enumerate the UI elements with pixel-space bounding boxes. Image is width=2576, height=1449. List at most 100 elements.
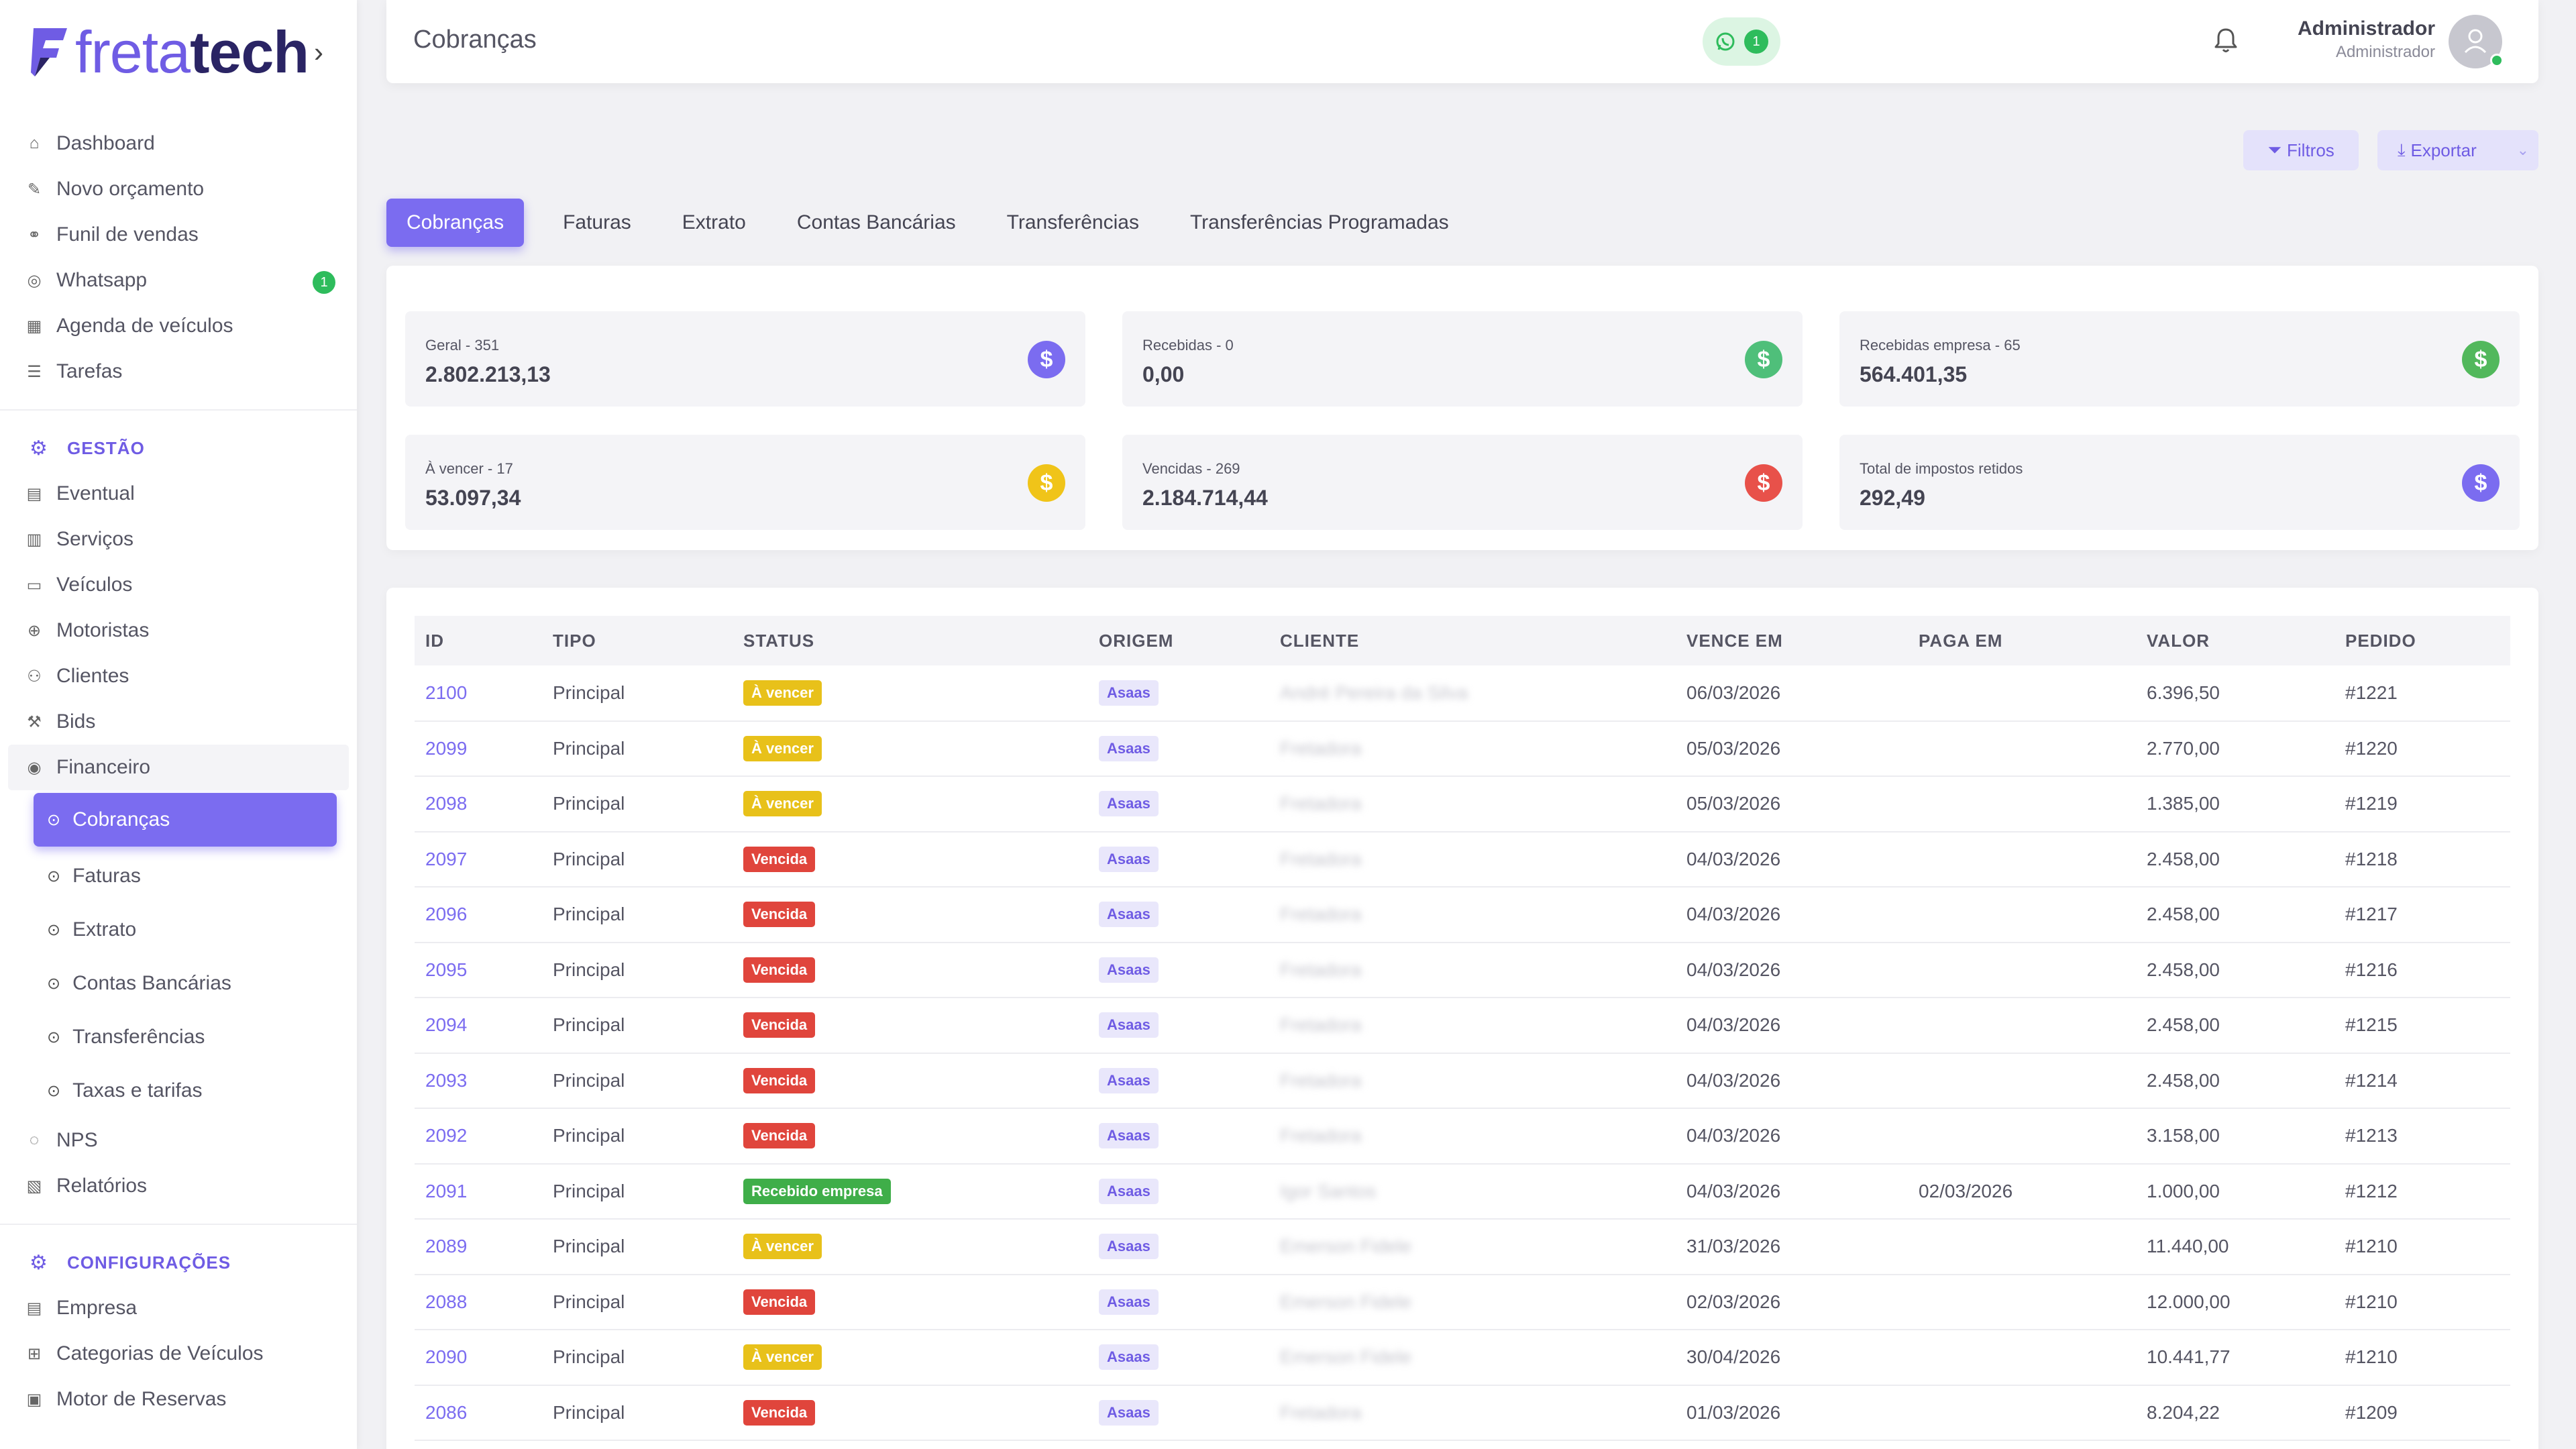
sidebar-subitem-extrato[interactable]: ⊙ Extrato (0, 903, 357, 957)
cell-id[interactable]: 2099 (415, 721, 542, 777)
table-row[interactable]: 2088 Principal Vencida Asaas Emerson Fidele 0… (415, 1275, 2510, 1330)
cell-vence-em: 04/03/2026 (1686, 904, 1781, 925)
sidebar-item-nps[interactable]: ◌ NPS (0, 1118, 357, 1163)
column-header-vence-em[interactable]: VENCE EM (1676, 616, 1908, 665)
sidebar-item-relatorios[interactable]: ▧ Relatórios (0, 1163, 357, 1209)
topbar: Cobranças 1 Administrador Administrador (386, 0, 2538, 83)
whatsapp-button[interactable]: 1 (1703, 17, 1780, 66)
sidebar-item-funil-de-vendas[interactable]: ⚭ Funil de vendas (0, 212, 357, 258)
column-header-origem[interactable]: ORIGEM (1088, 616, 1269, 665)
cell-id[interactable]: 2091 (415, 1164, 542, 1220)
whatsapp-icon: ◎ (27, 271, 42, 290)
user-info[interactable]: Administrador Administrador (2298, 17, 2435, 62)
column-header-cliente[interactable]: CLIENTE (1269, 616, 1676, 665)
cell-id[interactable]: 2092 (415, 1108, 542, 1164)
table-row[interactable]: 2092 Principal Vencida Asaas Fretadora 04/03/… (415, 1108, 2510, 1164)
sidebar-item-dashboard[interactable]: ⌂ Dashboard (0, 121, 357, 166)
sidebar-item-empresa[interactable]: ▤ Empresa (0, 1285, 357, 1331)
table-row[interactable]: 2100 Principal À vencer Asaas André Pereira … (415, 665, 2510, 721)
table-row[interactable]: 2096 Principal Vencida Asaas Fretadora 04/03/… (415, 887, 2510, 943)
table-row[interactable]: 2095 Principal Vencida Asaas Fretadora 04/03/… (415, 943, 2510, 998)
table-row[interactable]: 2091 Principal Recebido empresa Asaas Igor S… (415, 1164, 2510, 1220)
sidebar-subitem-label: Transferências (72, 1026, 205, 1048)
cell-origem: Asaas (1088, 665, 1269, 721)
sidebar-item-motoristas[interactable]: ⊕ Motoristas (0, 608, 357, 653)
column-header-status[interactable]: STATUS (733, 616, 1088, 665)
sidebar-item-whatsapp[interactable]: ◎ Whatsapp 1 (0, 258, 357, 303)
sidebar-item-financeiro[interactable]: ◉ Financeiro (8, 745, 349, 790)
tab-contas-bancarias[interactable]: Contas Bancárias (777, 199, 976, 247)
sidebar-subitem-taxas-e-tarifas[interactable]: ⊙ Taxas e tarifas (0, 1064, 357, 1118)
chevron-right-icon[interactable]: › (314, 36, 323, 68)
table-row[interactable]: 2090 Principal À vencer Asaas Emerson Fidele… (415, 1330, 2510, 1385)
sidebar-item-label: NPS (56, 1129, 98, 1151)
steering-wheel-icon: ⊕ (27, 621, 42, 640)
sidebar-item-motor-de-reservas[interactable]: ▣ Motor de Reservas (0, 1377, 357, 1422)
tab-cobrancas[interactable]: Cobranças (386, 199, 525, 247)
cell-id[interactable]: 2100 (415, 665, 542, 721)
cell-id[interactable]: 2090 (415, 1330, 542, 1385)
status-badge: À vencer (743, 791, 822, 817)
sidebar-subitem-contas-bancarias[interactable]: ⊙ Contas Bancárias (0, 957, 357, 1010)
cell-tipo: Principal (553, 959, 625, 980)
sidebar-item-bids[interactable]: ⚒ Bids (0, 699, 357, 745)
column-header-id[interactable]: ID (415, 616, 542, 665)
sidebar-subitem-faturas[interactable]: ⊙ Faturas (0, 849, 357, 903)
table-row[interactable]: 2086 Principal Vencida Asaas Fretadora 01/03/… (415, 1385, 2510, 1441)
cell-id[interactable]: 2095 (415, 943, 542, 998)
table-row[interactable]: 2094 Principal Vencida Asaas Fretadora 04/03/… (415, 998, 2510, 1053)
sidebar-item-clientes[interactable]: ⚇ Clientes (0, 653, 357, 699)
cell-id[interactable]: 2093 (415, 1053, 542, 1109)
status-badge: Vencida (743, 1399, 816, 1426)
table-row[interactable]: 2097 Principal Vencida Asaas Fretadora 04/03/… (415, 832, 2510, 888)
cell-tipo: Principal (553, 682, 625, 703)
sidebar-item-categorias-de-veiculos[interactable]: ⊞ Categorias de Veículos (0, 1331, 357, 1377)
cell-id[interactable]: 2088 (415, 1275, 542, 1330)
logo[interactable]: fretatech › (30, 19, 323, 86)
cell-tipo: Principal (553, 848, 625, 869)
bell-icon[interactable] (2211, 25, 2241, 55)
tab-faturas[interactable]: Faturas (543, 199, 651, 247)
cell-id[interactable]: 2094 (415, 998, 542, 1053)
sidebar-item-agenda-de-veiculos[interactable]: ▦ Agenda de veículos (0, 303, 357, 349)
sidebar-item-veiculos[interactable]: ▭ Veículos (0, 562, 357, 608)
table-body: 2100 Principal À vencer Asaas André Pereira … (415, 665, 2510, 1440)
tab-transferencias-programadas[interactable]: Transferências Programadas (1170, 199, 1469, 247)
table-row[interactable]: 2098 Principal À vencer Asaas Fretadora 05/03… (415, 776, 2510, 832)
cell-tipo: Principal (553, 1125, 625, 1146)
cell-id[interactable]: 2096 (415, 887, 542, 943)
tab-extrato[interactable]: Extrato (662, 199, 766, 247)
sidebar-subitem-cobrancas[interactable]: ⊙ Cobranças (34, 793, 337, 847)
chevron-down-icon[interactable]: ⌄ (2517, 142, 2529, 159)
cell-id[interactable]: 2086 (415, 1385, 542, 1441)
sidebar-subitem-transferencias[interactable]: ⊙ Transferências (0, 1010, 357, 1064)
table-row[interactable]: 2099 Principal À vencer Asaas Fretadora 05/03… (415, 721, 2510, 777)
column-header-tipo[interactable]: TIPO (542, 616, 733, 665)
cell-paga-em (1908, 1053, 2136, 1109)
column-header-valor[interactable]: VALOR (2136, 616, 2334, 665)
sidebar-item-tarefas[interactable]: ☰ Tarefas (0, 349, 357, 394)
export-button[interactable]: ⤓ Exportar ⌄ (2377, 130, 2538, 170)
sidebar-item-novo-orcamento[interactable]: ✎ Novo orçamento (0, 166, 357, 212)
filter-button[interactable]: ⏷ Filtros (2243, 130, 2359, 170)
sidebar-subitem-label: Taxas e tarifas (72, 1079, 203, 1102)
sidebar-item-servicos[interactable]: ▥ Serviços (0, 517, 357, 562)
funnel-icon: ⚭ (27, 225, 42, 244)
gear-icon: ⚙ (30, 437, 48, 460)
cell-id[interactable]: 2097 (415, 832, 542, 888)
cell-valor: 1.000,00 (2147, 1180, 2220, 1201)
column-header-pedido[interactable]: PEDIDO (2334, 616, 2510, 665)
cell-id[interactable]: 2089 (415, 1219, 542, 1275)
status-badge: Vencida (743, 846, 816, 872)
building-icon: ▤ (26, 1299, 42, 1318)
cell-id[interactable]: 2098 (415, 776, 542, 832)
table-row[interactable]: 2089 Principal À vencer Asaas Emerson Fidele… (415, 1219, 2510, 1275)
sidebar-item-eventual[interactable]: ▤ Eventual (0, 471, 357, 517)
table-row[interactable]: 2093 Principal Vencida Asaas Fretadora 04/03/… (415, 1053, 2510, 1109)
tab-transferencias[interactable]: Transferências (987, 199, 1159, 247)
cell-status: Vencida (733, 998, 1088, 1053)
avatar[interactable] (2449, 15, 2504, 68)
cell-tipo: Principal (553, 793, 625, 814)
origin-badge: Asaas (1099, 902, 1159, 928)
column-header-paga-em[interactable]: PAGA EM (1908, 616, 2136, 665)
